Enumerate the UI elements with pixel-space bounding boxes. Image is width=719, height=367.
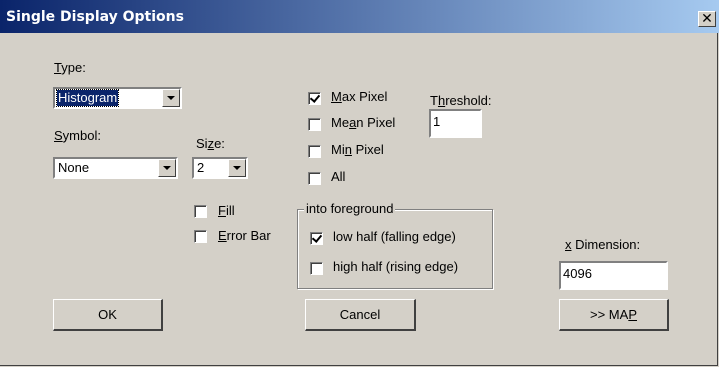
cancel-button[interactable]: Cancel <box>305 299 416 331</box>
fill-checkbox[interactable] <box>194 205 207 218</box>
low-half-checkbox[interactable] <box>310 232 323 245</box>
min-pixel-label[interactable]: Min Pixel <box>331 142 384 157</box>
min-pixel-checkbox[interactable] <box>308 145 321 158</box>
error-bar-label[interactable]: Error Bar <box>218 228 271 243</box>
size-label: Size: <box>196 136 225 151</box>
low-half-label[interactable]: low half (falling edge) <box>333 229 456 244</box>
threshold-input[interactable]: 1 <box>429 109 482 138</box>
all-checkbox[interactable] <box>308 172 321 185</box>
mean-pixel-checkbox[interactable] <box>308 118 321 131</box>
x-dimension-input[interactable]: 4096 <box>559 261 668 290</box>
max-pixel-label[interactable]: Max Pixel <box>331 89 387 104</box>
single-display-options-dialog: Single Display Options ✕ Type: Histogram… <box>0 0 719 366</box>
fill-label[interactable]: Fill <box>218 203 235 218</box>
size-select-value: 2 <box>197 160 205 175</box>
type-select-value: Histogram <box>55 89 120 107</box>
into-foreground-group: into foreground <box>297 201 493 289</box>
threshold-label: Threshold: <box>430 93 492 108</box>
chevron-down-icon[interactable] <box>158 159 176 177</box>
map-button[interactable]: >> MAP <box>559 299 669 331</box>
symbol-label: Symbol: <box>54 128 101 143</box>
high-half-label[interactable]: high half (rising edge) <box>333 259 458 274</box>
chevron-down-icon[interactable] <box>162 89 180 107</box>
max-pixel-checkbox[interactable] <box>308 92 321 105</box>
symbol-select[interactable]: None <box>53 157 178 179</box>
x-dimension-label: x Dimension: <box>565 237 641 252</box>
size-select[interactable]: 2 <box>192 157 248 179</box>
symbol-select-value: None <box>58 160 90 175</box>
type-select[interactable]: Histogram <box>53 87 182 109</box>
mean-pixel-label[interactable]: Mean Pixel <box>331 115 395 130</box>
all-label[interactable]: All <box>331 169 345 184</box>
into-foreground-legend: into foreground <box>304 201 396 216</box>
high-half-checkbox[interactable] <box>310 262 323 275</box>
error-bar-checkbox[interactable] <box>194 230 207 243</box>
window-title: Single Display Options <box>6 9 184 25</box>
chevron-down-icon[interactable] <box>228 159 246 177</box>
close-icon: ✕ <box>701 10 713 26</box>
title-bar: Single Display Options ✕ <box>0 0 719 33</box>
type-label: Type: <box>54 60 86 75</box>
ok-button[interactable]: OK <box>53 299 163 331</box>
close-button[interactable]: ✕ <box>698 11 716 27</box>
